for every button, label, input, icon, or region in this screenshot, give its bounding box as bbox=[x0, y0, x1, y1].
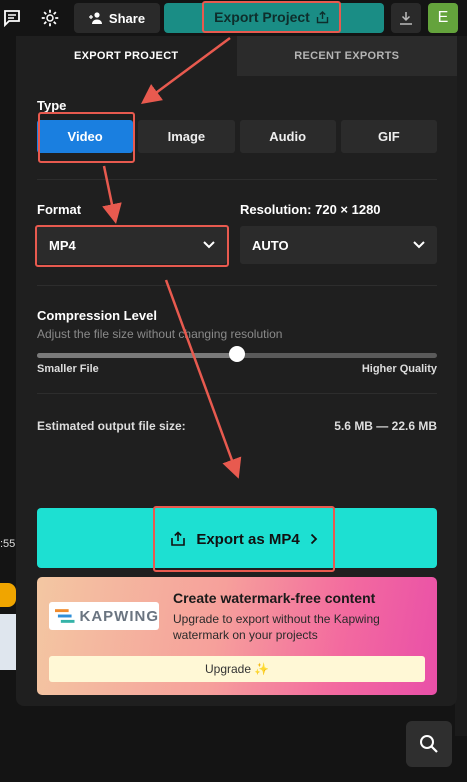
export-tabs: EXPORT PROJECT RECENT EXPORTS bbox=[16, 36, 457, 76]
export-as-mp4-button[interactable]: Export as MP4 bbox=[153, 506, 335, 572]
share-button[interactable]: Share bbox=[74, 3, 160, 33]
download-icon bbox=[400, 12, 412, 25]
annotation-box-video bbox=[38, 112, 135, 163]
type-audio-button[interactable]: Audio bbox=[239, 120, 336, 153]
compression-slider-fill bbox=[37, 353, 237, 358]
settings-gear-icon[interactable] bbox=[38, 6, 62, 30]
upgrade-promo: KAPWING Create watermark-free content Up… bbox=[37, 577, 437, 695]
divider bbox=[37, 179, 437, 180]
user-avatar[interactable]: E bbox=[428, 3, 458, 33]
timeline-time-fragment: :55 bbox=[0, 538, 16, 550]
estimate-label: Estimated output file size: bbox=[37, 419, 186, 433]
upgrade-button[interactable]: Upgrade ✨ bbox=[49, 656, 425, 682]
divider bbox=[37, 393, 437, 394]
export-project-button[interactable]: Export Project bbox=[202, 1, 341, 33]
tab-export-project[interactable]: EXPORT PROJECT bbox=[16, 36, 237, 76]
download-button[interactable] bbox=[391, 3, 421, 33]
search-button[interactable] bbox=[406, 721, 452, 767]
upload-icon bbox=[171, 531, 186, 546]
format-label: Format bbox=[37, 202, 82, 217]
type-gif-button[interactable]: GIF bbox=[340, 120, 437, 153]
resolution-select[interactable]: AUTO bbox=[240, 226, 437, 264]
tab-recent-exports[interactable]: RECENT EXPORTS bbox=[236, 36, 457, 76]
kapwing-logo-text: KAPWING bbox=[79, 607, 159, 625]
slider-min-label: Smaller File bbox=[37, 363, 99, 375]
sparkle-icon: ✨ bbox=[254, 662, 269, 676]
upgrade-label: Upgrade bbox=[205, 662, 252, 676]
upload-icon bbox=[316, 10, 329, 23]
kapwing-mark-icon bbox=[55, 609, 75, 623]
resolution-label: Resolution: 720 × 1280 bbox=[240, 202, 381, 217]
resolution-value: AUTO bbox=[252, 237, 289, 253]
chevron-down-icon bbox=[413, 241, 425, 249]
estimate-value: 5.6 MB — 22.6 MB bbox=[334, 419, 437, 433]
divider bbox=[37, 285, 437, 286]
timeline-thumbnail bbox=[0, 614, 16, 670]
promo-text: Upgrade to export without the Kapwing wa… bbox=[173, 612, 380, 642]
export-project-label: Export Project bbox=[214, 9, 310, 25]
annotation-box-format bbox=[35, 225, 229, 267]
add-person-icon bbox=[88, 12, 102, 24]
search-icon bbox=[420, 735, 438, 753]
type-image-button[interactable]: Image bbox=[138, 120, 235, 153]
export-as-mp4-label: Export as MP4 bbox=[196, 530, 300, 548]
comments-icon[interactable] bbox=[0, 6, 24, 30]
share-label: Share bbox=[108, 10, 146, 26]
compression-label: Compression Level bbox=[37, 308, 157, 323]
slider-max-label: Higher Quality bbox=[361, 363, 437, 375]
compression-hint: Adjust the file size without changing re… bbox=[37, 327, 283, 341]
compression-slider-thumb[interactable] bbox=[229, 346, 245, 362]
chevron-right-icon bbox=[310, 533, 317, 545]
type-label: Type bbox=[37, 98, 67, 113]
kapwing-logo: KAPWING bbox=[49, 602, 159, 630]
promo-title: Create watermark-free content bbox=[173, 590, 376, 606]
timeline-clip-marker bbox=[0, 583, 16, 607]
